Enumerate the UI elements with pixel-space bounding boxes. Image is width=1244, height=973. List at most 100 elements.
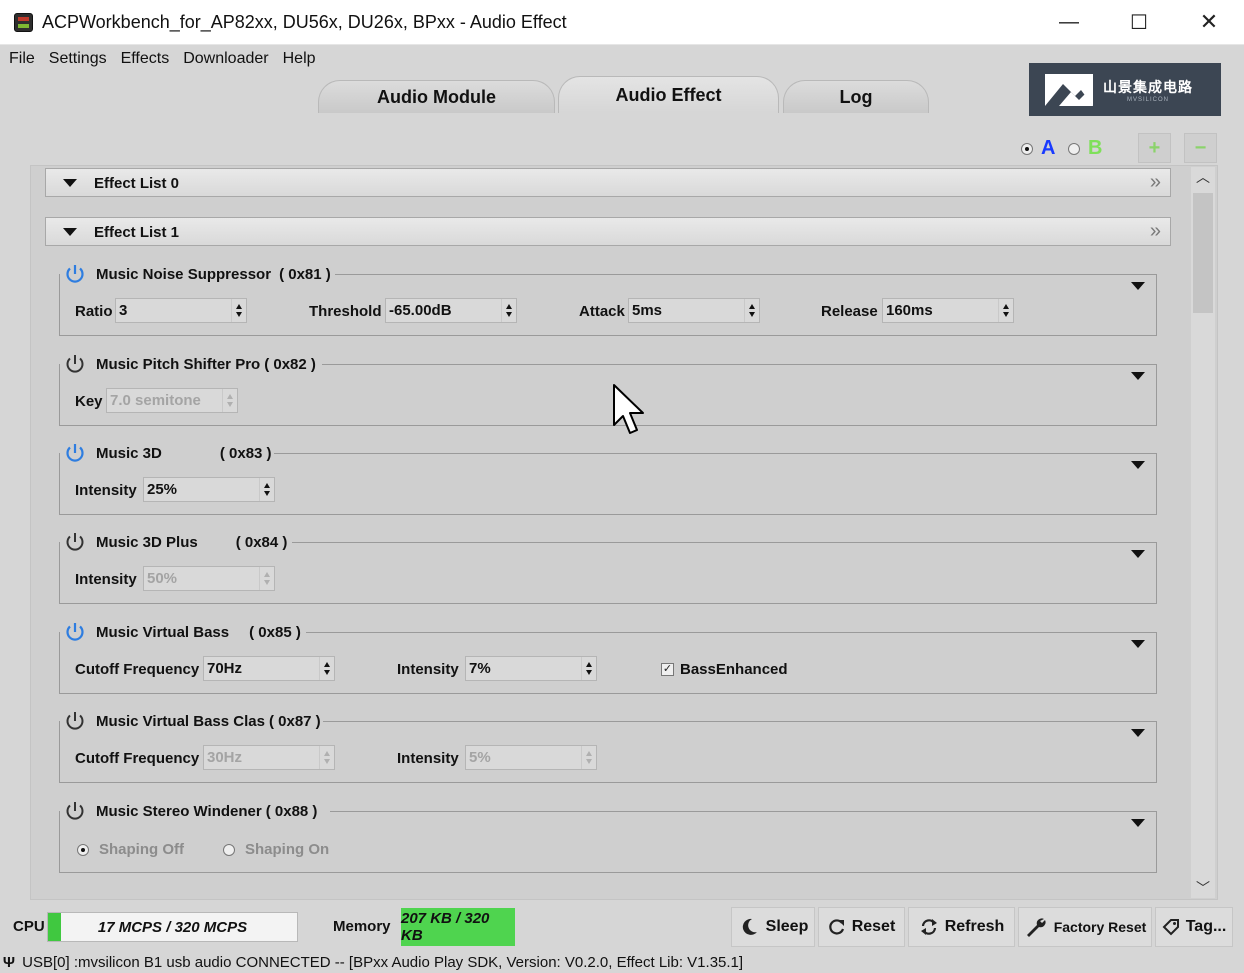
memory-usage: 207 KB / 320 KB [401, 908, 515, 946]
key-spinbox[interactable]: 7.0 semitone [106, 388, 238, 413]
power-on-icon[interactable] [64, 442, 86, 464]
effect-name: Music Noise Suppressor [96, 265, 272, 283]
radio-b[interactable] [1068, 143, 1080, 155]
effect-music-3d: Music 3D ( 0x83 ) Intensity 25% [59, 441, 1157, 515]
threshold-spinbox[interactable]: -65.00dB [385, 298, 517, 323]
tab-log[interactable]: Log [783, 80, 929, 113]
effect-list-1-header[interactable]: Effect List 1 » [45, 217, 1171, 246]
attack-spinbox[interactable]: 5ms [628, 298, 760, 323]
effect-header: Music 3D Plus ( 0x84 ) [60, 530, 290, 554]
double-chevron-icon[interactable]: » [1150, 171, 1161, 194]
sleep-button[interactable]: Sleep [731, 907, 815, 947]
power-off-icon[interactable] [64, 353, 86, 375]
tab-audio-module[interactable]: Audio Module [318, 80, 555, 113]
expand-caret-icon[interactable] [1131, 550, 1145, 558]
reset-label: Reset [851, 918, 896, 935]
spin-arrows-icon[interactable] [501, 299, 516, 322]
reset-button[interactable]: Reset [818, 907, 905, 947]
tab-audio-effect[interactable]: Audio Effect [558, 76, 779, 113]
spin-arrows-icon[interactable] [319, 746, 334, 769]
scroll-up-icon[interactable]: ︿ [1191, 167, 1215, 187]
intensity-spinbox[interactable]: 25% [143, 477, 275, 502]
menu-file[interactable]: File [9, 46, 35, 72]
double-chevron-icon[interactable]: » [1150, 220, 1161, 243]
cpu-usage-bar: 17 MCPS / 320 MCPS [47, 912, 298, 942]
release-spinbox[interactable]: 160ms [882, 298, 1014, 323]
effect-header: Music Virtual Bass Clas ( 0x87 ) [60, 709, 323, 733]
effect-list-0-header[interactable]: Effect List 0 » [45, 168, 1171, 197]
radio-a[interactable] [1021, 143, 1033, 155]
power-off-icon[interactable] [64, 710, 86, 732]
label-a: A [1041, 137, 1056, 159]
spin-arrows-icon[interactable] [231, 299, 246, 322]
shaping-off-label: Shaping Off [99, 841, 184, 858]
effect-list-title: Effect List 1 [94, 224, 180, 241]
effect-code: ( 0x85 ) [249, 623, 301, 641]
threshold-label: Threshold [309, 303, 382, 320]
power-on-icon[interactable] [64, 263, 86, 285]
effect-code: ( 0x88 ) [265, 802, 318, 820]
effect-name: Music Pitch Shifter Pro [96, 355, 261, 373]
menu-help[interactable]: Help [283, 46, 316, 72]
shaping-off-radio[interactable] [77, 844, 89, 856]
bass-enhanced-checkbox[interactable]: ✓ [661, 663, 674, 676]
ratio-spinbox[interactable]: 3 [115, 298, 247, 323]
menu-downloader[interactable]: Downloader [183, 46, 268, 72]
intensity-spinbox[interactable]: 7% [465, 656, 597, 681]
refresh-icon [920, 919, 937, 935]
cutoff-frequency-spinbox[interactable]: 70Hz [203, 656, 335, 681]
collapse-caret-icon [63, 179, 77, 187]
expand-caret-icon[interactable] [1131, 819, 1145, 827]
effect-header: Music 3D ( 0x83 ) [60, 441, 274, 465]
power-on-icon[interactable] [64, 621, 86, 643]
spin-arrows-icon[interactable] [581, 657, 596, 680]
intensity-spinbox[interactable]: 50% [143, 566, 275, 591]
effect-code: ( 0x82 ) [264, 355, 316, 373]
mountain-logo-icon [1045, 73, 1093, 106]
remove-button[interactable]: − [1184, 133, 1217, 163]
company-logo: 山景集成电路 MVSILICON [1029, 63, 1221, 116]
expand-caret-icon[interactable] [1131, 729, 1145, 737]
add-button[interactable]: + [1138, 133, 1171, 163]
power-off-icon[interactable] [64, 531, 86, 553]
spin-arrows-icon[interactable] [581, 746, 596, 769]
spin-arrows-icon[interactable] [259, 478, 274, 501]
connection-status-bar: Ψ USB[0] :mvsilicon B1 usb audio CONNECT… [0, 953, 1244, 973]
spin-arrows-icon[interactable] [222, 389, 237, 412]
cutoff-frequency-label: Cutoff Frequency [75, 661, 200, 678]
effect-name: Music Virtual Bass [96, 623, 230, 641]
spin-arrows-icon[interactable] [998, 299, 1013, 322]
app-icon [14, 13, 33, 32]
attack-label: Attack [579, 303, 625, 320]
expand-caret-icon[interactable] [1131, 640, 1145, 648]
effect-list-title: Effect List 0 [94, 175, 180, 192]
close-button[interactable]: ✕ [1174, 0, 1244, 44]
scroll-thumb[interactable] [1193, 193, 1213, 313]
effect-header: Music Virtual Bass ( 0x85 ) [60, 620, 303, 644]
effect-name: Music Stereo Windener [96, 802, 262, 820]
factory-reset-button[interactable]: Factory Reset [1018, 907, 1152, 947]
tag-button[interactable]: Tag... [1155, 907, 1233, 947]
effect-code: ( 0x81 ) [279, 265, 331, 283]
menu-settings[interactable]: Settings [49, 46, 107, 72]
vertical-scrollbar[interactable]: ︿ ﹀ [1191, 167, 1215, 898]
maximize-button[interactable]: ☐ [1104, 0, 1174, 44]
effect-header: Music Stereo Windener ( 0x88 ) [60, 799, 320, 823]
intensity-spinbox[interactable]: 5% [465, 745, 597, 770]
power-off-icon[interactable] [64, 800, 86, 822]
refresh-button[interactable]: Refresh [908, 907, 1015, 947]
cutoff-frequency-spinbox[interactable]: 30Hz [203, 745, 335, 770]
menu-effects[interactable]: Effects [121, 46, 170, 72]
label-b: B [1088, 137, 1103, 159]
spin-arrows-icon[interactable] [319, 657, 334, 680]
spin-arrows-icon[interactable] [259, 567, 274, 590]
expand-caret-icon[interactable] [1131, 461, 1145, 469]
mouse-cursor-icon [613, 384, 644, 434]
scroll-down-icon[interactable]: ﹀ [1191, 878, 1215, 898]
shaping-on-radio[interactable] [223, 844, 235, 856]
expand-caret-icon[interactable] [1131, 372, 1145, 380]
minimize-button[interactable]: — [1034, 0, 1104, 44]
expand-caret-icon[interactable] [1131, 282, 1145, 290]
tag-icon [1162, 919, 1179, 936]
spin-arrows-icon[interactable] [744, 299, 759, 322]
